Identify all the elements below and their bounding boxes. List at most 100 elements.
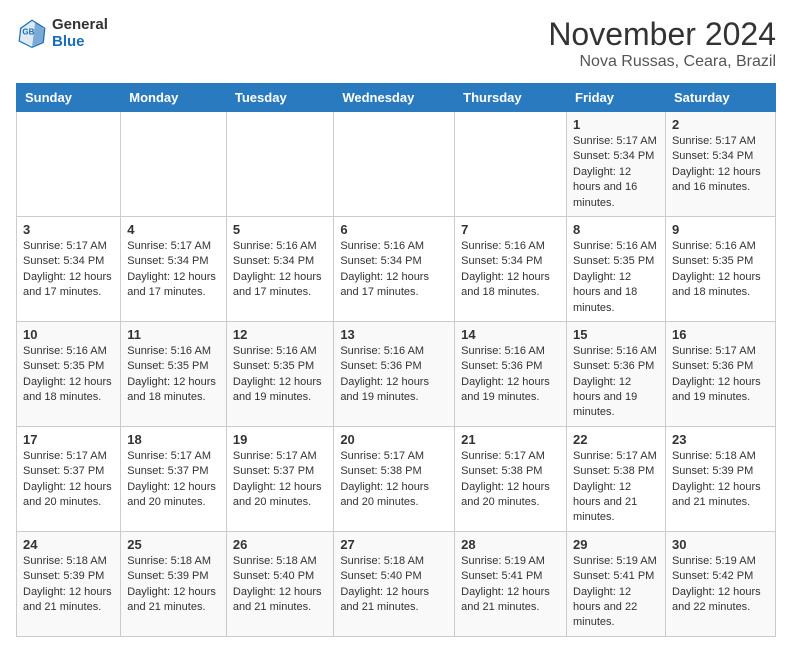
day-number: 15	[573, 327, 659, 342]
day-info: Sunrise: 5:18 AMSunset: 5:40 PMDaylight:…	[233, 554, 327, 616]
day-info: Sunrise: 5:17 AMSunset: 5:37 PMDaylight:…	[23, 449, 114, 511]
calendar-cell: 29 Sunrise: 5:19 AMSunset: 5:41 PMDayligh…	[567, 531, 666, 636]
day-number: 23	[672, 432, 769, 447]
calendar-cell: 9 Sunrise: 5:16 AMSunset: 5:35 PMDaylight…	[665, 216, 775, 321]
day-info: Sunrise: 5:16 AMSunset: 5:36 PMDaylight:…	[573, 344, 659, 421]
calendar-cell: 30 Sunrise: 5:19 AMSunset: 5:42 PMDayligh…	[665, 531, 775, 636]
calendar-cell: 6Sunrise: 5:16 AMSunset: 5:34 PMDaylight…	[334, 216, 455, 321]
calendar-cell: 19Sunrise: 5:17 AMSunset: 5:37 PMDayligh…	[226, 426, 333, 531]
calendar-cell: 12Sunrise: 5:16 AMSunset: 5:35 PMDayligh…	[226, 321, 333, 426]
page-header: GB General Blue November 2024 Nova Russa…	[16, 16, 776, 71]
day-info: Sunrise: 5:19 AMSunset: 5:41 PMDaylight:…	[573, 554, 659, 631]
day-number: 24	[23, 537, 114, 552]
day-number: 4	[127, 222, 220, 237]
day-number: 1	[573, 117, 659, 132]
calendar-cell: 28Sunrise: 5:19 AMSunset: 5:41 PMDayligh…	[455, 531, 567, 636]
day-number: 25	[127, 537, 220, 552]
day-number: 10	[23, 327, 114, 342]
day-number: 29	[573, 537, 659, 552]
calendar-cell: 23Sunrise: 5:18 AMSunset: 5:39 PMDayligh…	[665, 426, 775, 531]
calendar-cell: 14 Sunrise: 5:16 AMSunset: 5:36 PMDayligh…	[455, 321, 567, 426]
day-info: Sunrise: 5:19 AMSunset: 5:41 PMDaylight:…	[461, 554, 560, 616]
calendar-cell	[226, 112, 333, 217]
calendar-cell: 25 Sunrise: 5:18 AMSunset: 5:39 PMDayligh…	[121, 531, 227, 636]
day-number: 13	[340, 327, 448, 342]
day-number: 26	[233, 537, 327, 552]
weekday-header: Saturday	[665, 84, 775, 112]
calendar-cell: 18 Sunrise: 5:17 AMSunset: 5:37 PMDayligh…	[121, 426, 227, 531]
weekday-header: Tuesday	[226, 84, 333, 112]
day-info: Sunrise: 5:17 AMSunset: 5:34 PMDaylight:…	[127, 239, 220, 301]
day-number: 27	[340, 537, 448, 552]
day-info: Sunrise: 5:17 AMSunset: 5:34 PMDaylight:…	[672, 134, 769, 196]
day-number: 5	[233, 222, 327, 237]
day-number: 30	[672, 537, 769, 552]
weekday-header: Monday	[121, 84, 227, 112]
calendar-cell: 2Sunrise: 5:17 AMSunset: 5:34 PMDaylight…	[665, 112, 775, 217]
day-info: Sunrise: 5:16 AMSunset: 5:34 PMDaylight:…	[340, 239, 448, 301]
day-number: 16	[672, 327, 769, 342]
calendar-cell	[455, 112, 567, 217]
day-info: Sunrise: 5:16 AMSunset: 5:34 PMDaylight:…	[233, 239, 327, 301]
day-info: Sunrise: 5:17 AMSunset: 5:36 PMDaylight:…	[672, 344, 769, 406]
calendar-cell: 10 Sunrise: 5:16 AMSunset: 5:35 PMDayligh…	[17, 321, 121, 426]
calendar-cell: 7Sunrise: 5:16 AMSunset: 5:34 PMDaylight…	[455, 216, 567, 321]
calendar-cell: 3 Sunrise: 5:17 AMSunset: 5:34 PMDaylight…	[17, 216, 121, 321]
day-number: 22	[573, 432, 659, 447]
day-number: 11	[127, 327, 220, 342]
calendar-cell: 13 Sunrise: 5:16 AMSunset: 5:36 PMDayligh…	[334, 321, 455, 426]
calendar-cell	[121, 112, 227, 217]
day-number: 19	[233, 432, 327, 447]
day-number: 7	[461, 222, 560, 237]
calendar-cell: 8 Sunrise: 5:16 AMSunset: 5:35 PMDaylight…	[567, 216, 666, 321]
weekday-header: Wednesday	[334, 84, 455, 112]
day-info: Sunrise: 5:18 AMSunset: 5:39 PMDaylight:…	[127, 554, 220, 616]
location: Nova Russas, Ceara, Brazil	[548, 53, 776, 71]
day-number: 18	[127, 432, 220, 447]
day-number: 8	[573, 222, 659, 237]
calendar-cell: 15 Sunrise: 5:16 AMSunset: 5:36 PMDayligh…	[567, 321, 666, 426]
calendar-cell: 16 Sunrise: 5:17 AMSunset: 5:36 PMDayligh…	[665, 321, 775, 426]
logo-icon: GB	[16, 17, 48, 49]
day-info: Sunrise: 5:16 AMSunset: 5:35 PMDaylight:…	[233, 344, 327, 406]
calendar-cell: 27Sunrise: 5:18 AMSunset: 5:40 PMDayligh…	[334, 531, 455, 636]
svg-text:GB: GB	[22, 28, 34, 37]
calendar-cell	[334, 112, 455, 217]
day-number: 21	[461, 432, 560, 447]
month-title: November 2024	[548, 16, 776, 53]
calendar-header-row: SundayMondayTuesdayWednesdayThursdayFrid…	[17, 84, 776, 112]
logo-blue: Blue	[52, 33, 85, 50]
day-info: Sunrise: 5:16 AMSunset: 5:35 PMDaylight:…	[573, 239, 659, 316]
calendar-cell: 17Sunrise: 5:17 AMSunset: 5:37 PMDayligh…	[17, 426, 121, 531]
day-number: 3	[23, 222, 114, 237]
calendar-cell: 11 Sunrise: 5:16 AMSunset: 5:35 PMDayligh…	[121, 321, 227, 426]
day-info: Sunrise: 5:17 AMSunset: 5:38 PMDaylight:…	[461, 449, 560, 511]
day-info: Sunrise: 5:17 AMSunset: 5:34 PMDaylight:…	[23, 239, 114, 301]
calendar-week-row: 24 Sunrise: 5:18 AMSunset: 5:39 PMDayligh…	[17, 531, 776, 636]
day-number: 20	[340, 432, 448, 447]
logo-text: General Blue	[52, 16, 108, 51]
calendar-cell: 22Sunrise: 5:17 AMSunset: 5:38 PMDayligh…	[567, 426, 666, 531]
logo: GB General Blue	[16, 16, 108, 51]
calendar-cell: 4 Sunrise: 5:17 AMSunset: 5:34 PMDaylight…	[121, 216, 227, 321]
day-info: Sunrise: 5:16 AMSunset: 5:36 PMDaylight:…	[340, 344, 448, 406]
day-info: Sunrise: 5:17 AMSunset: 5:37 PMDaylight:…	[127, 449, 220, 511]
day-info: Sunrise: 5:17 AMSunset: 5:34 PMDaylight:…	[573, 134, 659, 211]
calendar-week-row: 3 Sunrise: 5:17 AMSunset: 5:34 PMDaylight…	[17, 216, 776, 321]
day-info: Sunrise: 5:19 AMSunset: 5:42 PMDaylight:…	[672, 554, 769, 616]
calendar-cell: 1 Sunrise: 5:17 AMSunset: 5:34 PMDaylight…	[567, 112, 666, 217]
day-info: Sunrise: 5:16 AMSunset: 5:35 PMDaylight:…	[127, 344, 220, 406]
day-number: 9	[672, 222, 769, 237]
day-number: 14	[461, 327, 560, 342]
calendar-cell: 20Sunrise: 5:17 AMSunset: 5:38 PMDayligh…	[334, 426, 455, 531]
title-block: November 2024 Nova Russas, Ceara, Brazil	[548, 16, 776, 71]
day-info: Sunrise: 5:16 AMSunset: 5:36 PMDaylight:…	[461, 344, 560, 406]
day-info: Sunrise: 5:16 AMSunset: 5:35 PMDaylight:…	[672, 239, 769, 301]
calendar-cell: 5 Sunrise: 5:16 AMSunset: 5:34 PMDaylight…	[226, 216, 333, 321]
day-info: Sunrise: 5:18 AMSunset: 5:39 PMDaylight:…	[23, 554, 114, 616]
calendar-cell	[17, 112, 121, 217]
day-info: Sunrise: 5:16 AMSunset: 5:35 PMDaylight:…	[23, 344, 114, 406]
weekday-header: Thursday	[455, 84, 567, 112]
logo-general: General	[52, 16, 108, 33]
calendar-table: SundayMondayTuesdayWednesdayThursdayFrid…	[16, 83, 776, 637]
